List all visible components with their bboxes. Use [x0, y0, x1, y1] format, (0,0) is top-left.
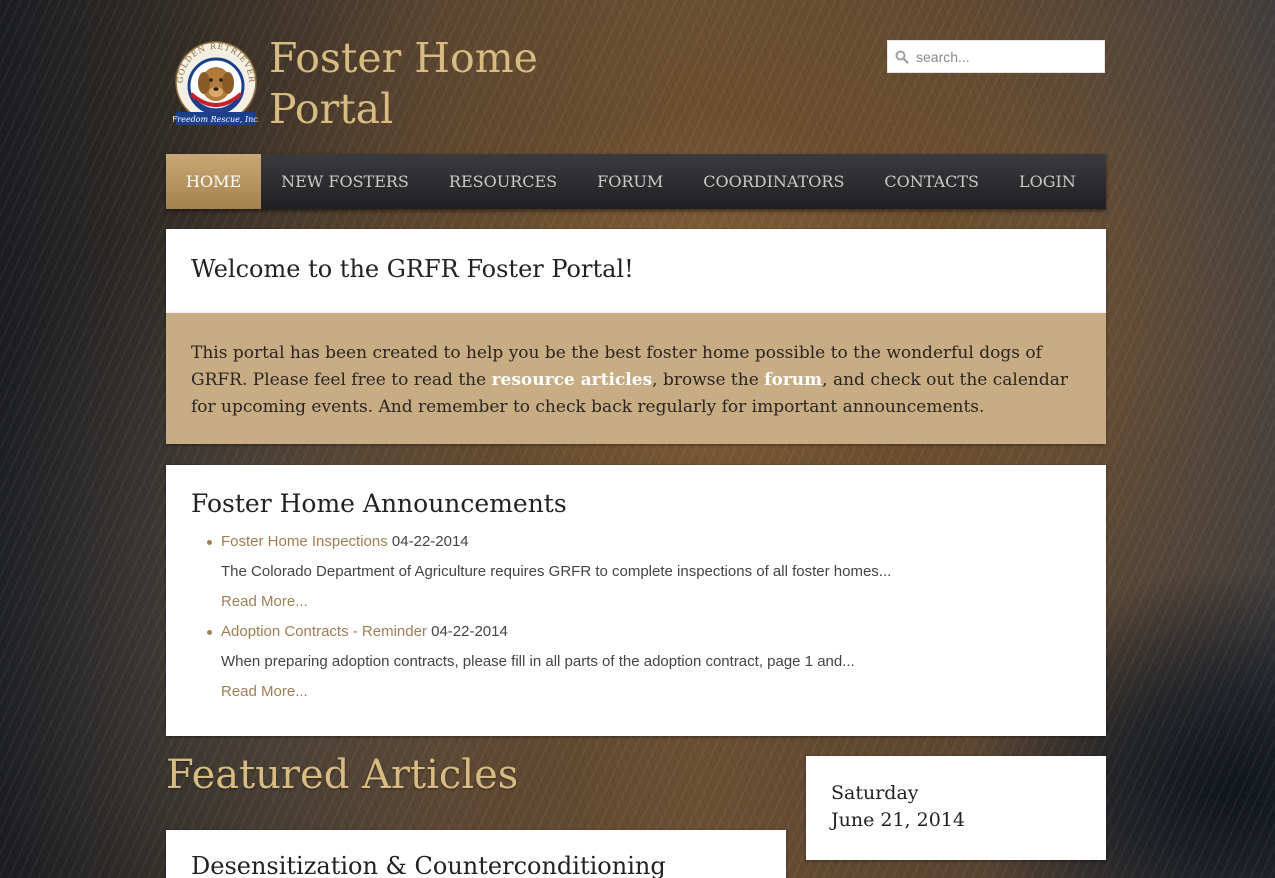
- featured-articles-heading: Featured Articles: [166, 752, 519, 798]
- intro-text-part2: , browse the: [652, 370, 765, 390]
- calendar-date-box: Saturday June 21, 2014: [806, 756, 1106, 860]
- calendar-day: Saturday: [831, 782, 919, 804]
- announcement-date: 04-22-2014: [391, 533, 469, 550]
- read-more-link[interactable]: Read More...: [221, 593, 308, 610]
- announcements-panel: Foster Home Announcements Foster Home In…: [166, 465, 1106, 736]
- main-nav: HOME NEW FOSTERS RESOURCES FORUM COORDIN…: [166, 154, 1106, 209]
- announcements-list: Foster Home Inspections 04-22-2014 The C…: [207, 527, 1081, 707]
- announcements-heading: Foster Home Announcements: [191, 489, 567, 518]
- welcome-heading: Welcome to the GRFR Foster Portal!: [191, 255, 634, 283]
- golden-retriever-logo-icon: GOLDEN RETRIEVER Freedom Rescue, Inc.: [171, 41, 260, 125]
- nav-item-forum[interactable]: FORUM: [577, 154, 683, 209]
- read-more-link[interactable]: Read More...: [221, 683, 308, 700]
- featured-article-title[interactable]: Desensitization & Counterconditioning: [191, 852, 666, 878]
- nav-item-login[interactable]: LOGIN: [999, 154, 1096, 209]
- nav-item-home[interactable]: HOME: [166, 154, 262, 209]
- list-item: Foster Home Inspections 04-22-2014 The C…: [207, 527, 1081, 617]
- intro-text: This portal has been created to help you…: [191, 340, 1081, 421]
- search-icon: [895, 50, 909, 64]
- announcement-excerpt: When preparing adoption contracts, pleas…: [221, 653, 855, 670]
- announcement-date: 04-22-2014: [431, 623, 508, 640]
- resource-articles-link[interactable]: resource articles: [492, 370, 653, 390]
- site-title[interactable]: Foster Home Portal: [269, 33, 569, 135]
- search-input[interactable]: [916, 41, 1102, 72]
- nav-item-coordinators[interactable]: COORDINATORS: [683, 154, 864, 209]
- intro-panel: This portal has been created to help you…: [166, 313, 1106, 444]
- list-item: Adoption Contracts - Reminder 04-22-2014…: [207, 617, 1081, 707]
- announcement-title-link[interactable]: Foster Home Inspections: [221, 533, 388, 550]
- nav-item-resources[interactable]: RESOURCES: [429, 154, 577, 209]
- welcome-panel: Welcome to the GRFR Foster Portal!: [166, 229, 1106, 313]
- site-logo[interactable]: GOLDEN RETRIEVER Freedom Rescue, Inc.: [171, 38, 260, 126]
- forum-link[interactable]: forum: [764, 370, 822, 390]
- nav-item-contacts[interactable]: CONTACTS: [864, 154, 999, 209]
- svg-text:Freedom Rescue, Inc.: Freedom Rescue, Inc.: [173, 115, 259, 124]
- calendar-date: June 21, 2014: [831, 809, 965, 831]
- search-box[interactable]: [887, 40, 1105, 73]
- announcement-excerpt: The Colorado Department of Agriculture r…: [221, 563, 892, 580]
- nav-item-new-fosters[interactable]: NEW FOSTERS: [261, 154, 429, 209]
- announcement-title-link[interactable]: Adoption Contracts - Reminder: [221, 623, 427, 640]
- featured-article-card[interactable]: Desensitization & Counterconditioning: [166, 830, 786, 878]
